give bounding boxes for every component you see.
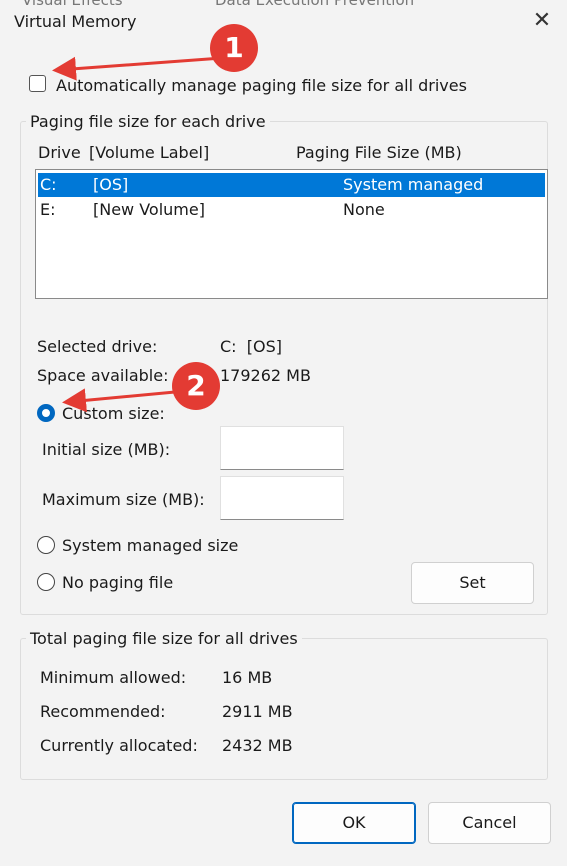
arrow-2: [62, 388, 176, 413]
annotation-arrows: [52, 56, 223, 413]
annotation-badge-1: 1: [210, 24, 258, 72]
arrow-1: [52, 56, 223, 81]
annotation-badge-2: 2: [172, 362, 220, 410]
